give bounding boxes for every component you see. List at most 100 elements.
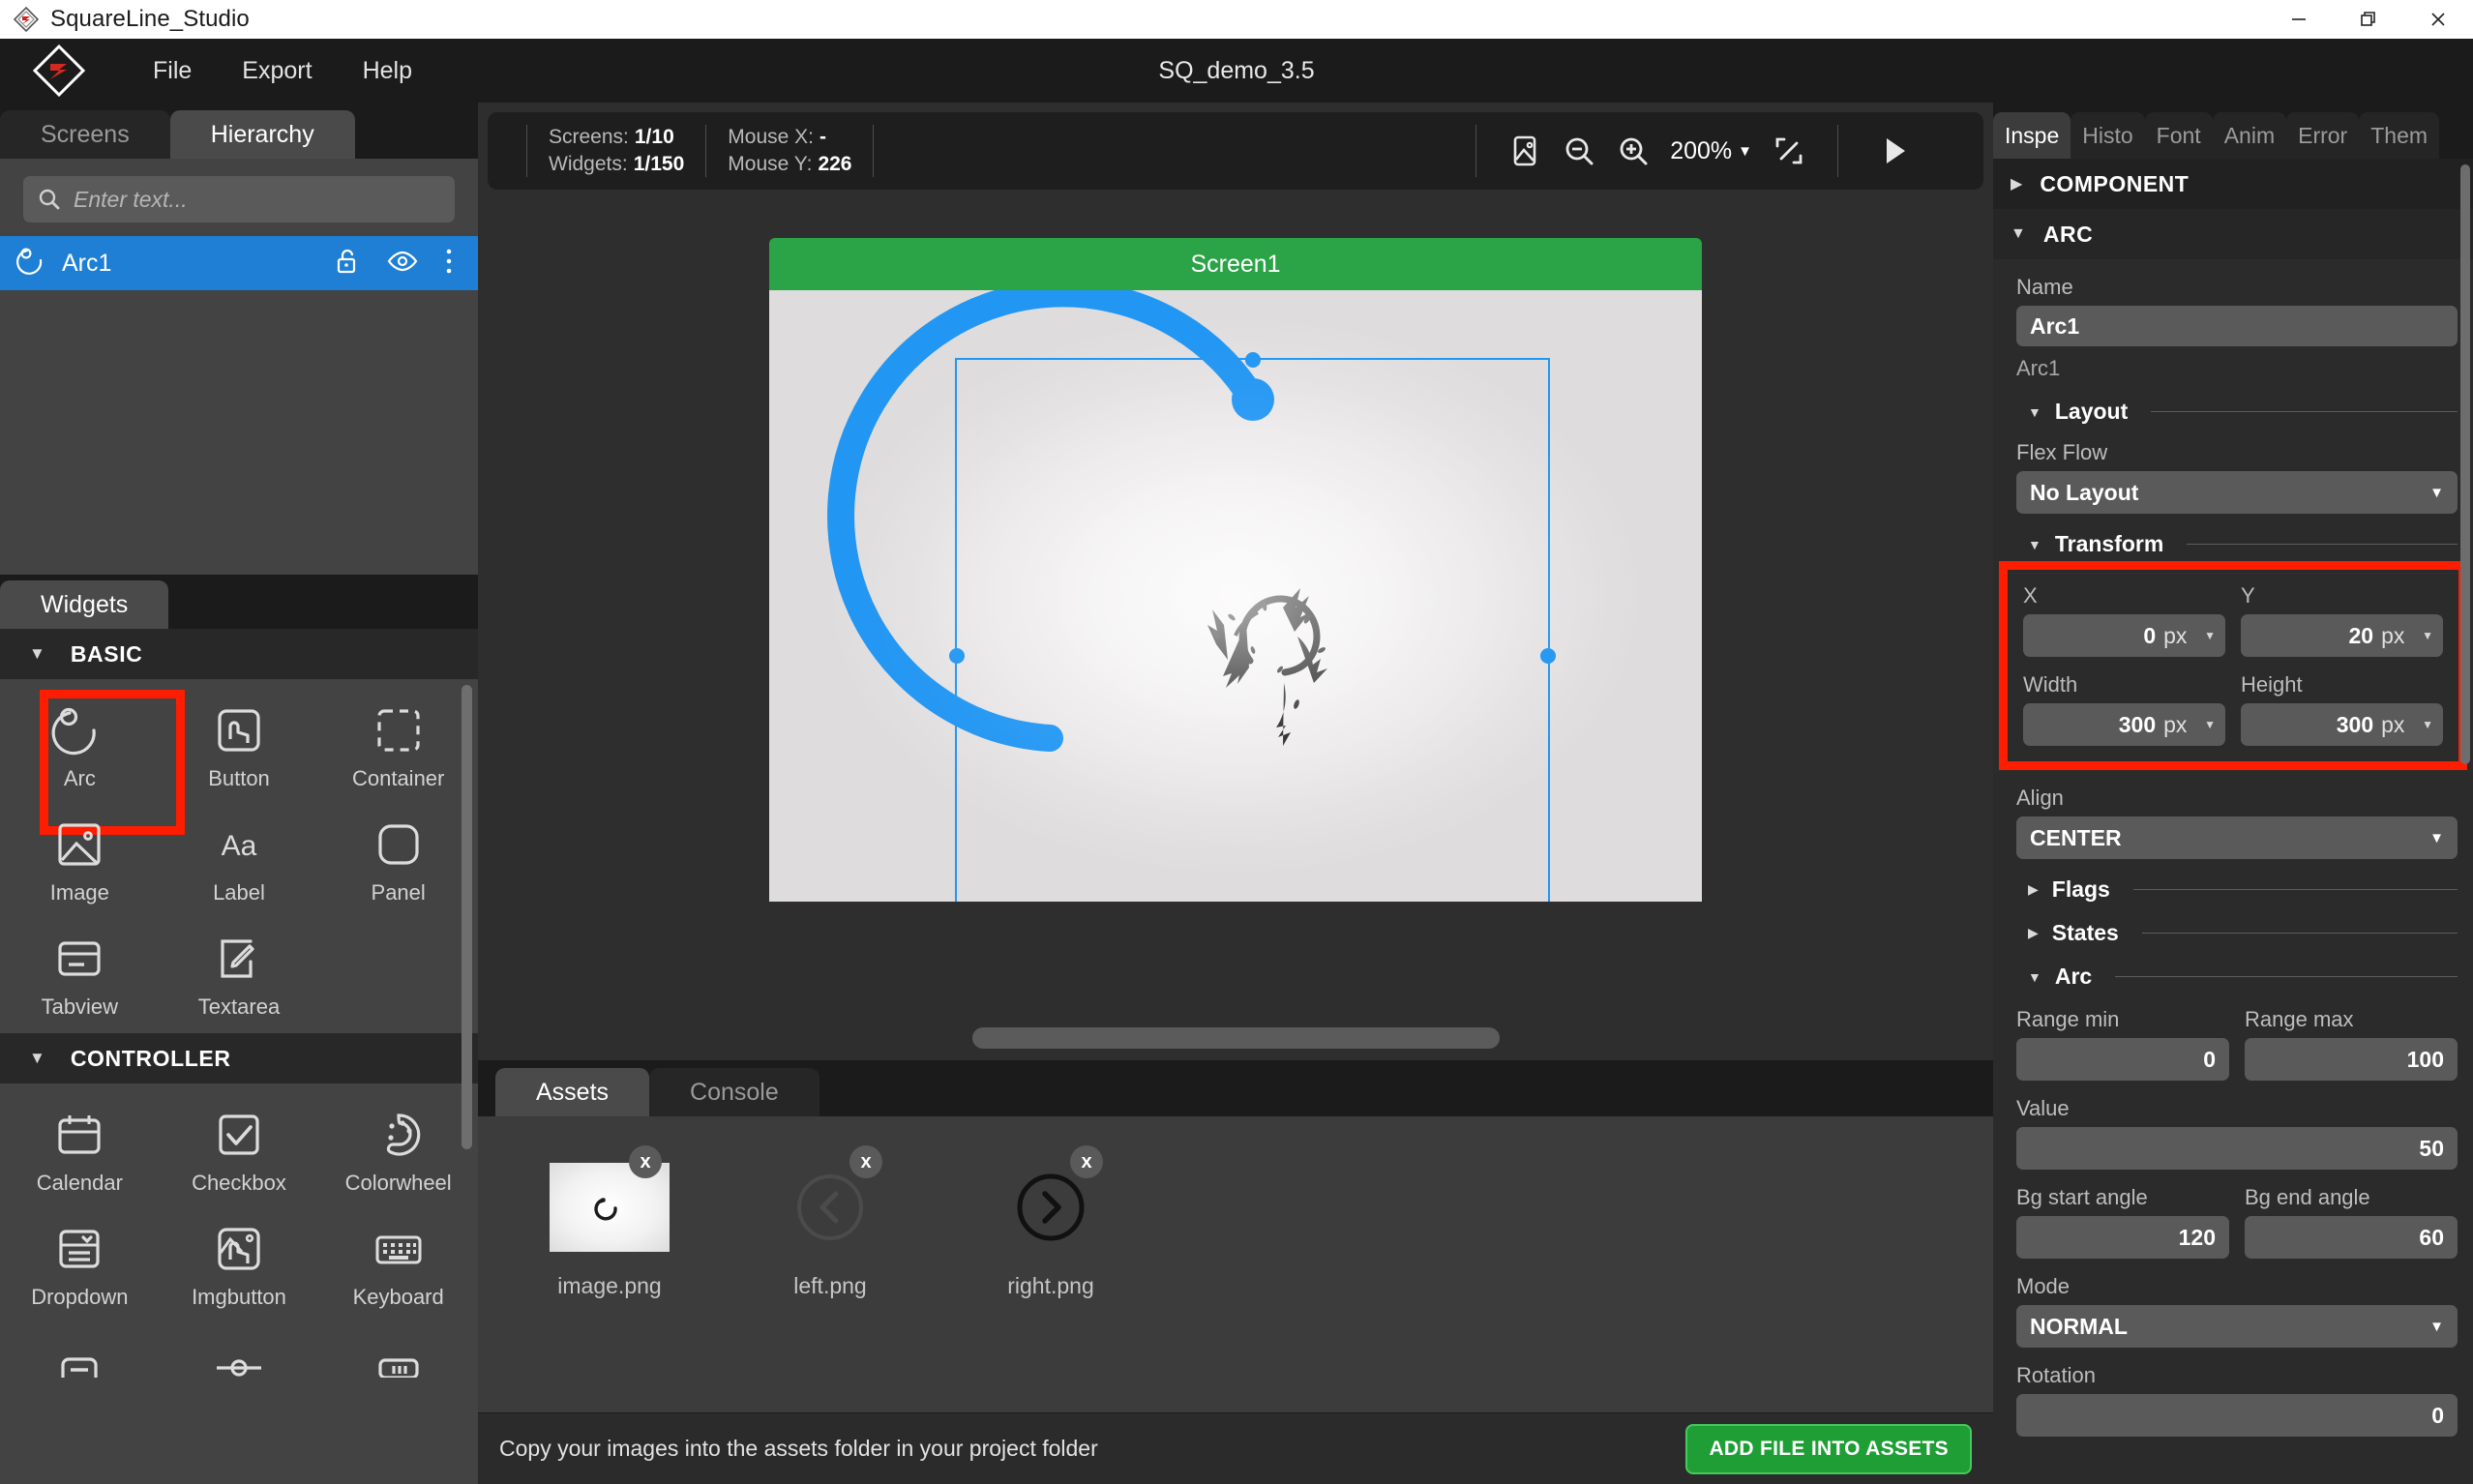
eye-icon[interactable] — [387, 251, 418, 277]
caret-right-icon: ▶ — [2011, 176, 2023, 193]
tab-screens[interactable]: Screens — [0, 110, 170, 159]
remove-asset-button[interactable]: x — [629, 1145, 662, 1178]
subsection-flags[interactable]: ▶ Flags — [2028, 876, 2458, 903]
asset-item[interactable]: x image.png — [522, 1145, 697, 1299]
close-button[interactable] — [2403, 0, 2473, 39]
selection-box[interactable] — [949, 352, 1556, 902]
chevron-down-icon[interactable]: ▼ — [2204, 718, 2216, 731]
mode-select[interactable]: NORMAL ▼ — [2016, 1305, 2458, 1348]
more-options-icon[interactable] — [445, 248, 453, 280]
divider — [2187, 544, 2458, 545]
tab-theme[interactable]: Them — [2359, 112, 2440, 159]
range-max-input[interactable]: 100 — [2245, 1038, 2458, 1081]
assets-panel: Assets Console x image.png x left.png x … — [478, 1060, 1993, 1484]
resize-handle-left[interactable] — [949, 647, 965, 664]
tab-hierarchy[interactable]: Hierarchy — [169, 110, 355, 159]
range-min-input[interactable]: 0 — [2016, 1038, 2229, 1081]
screen-canvas[interactable] — [769, 290, 1702, 902]
widget-grid-controller: Calendar Checkbox Colorwheel Dropdown Im… — [0, 1083, 478, 1407]
subsection-arc[interactable]: ▼ Arc — [2028, 964, 2458, 990]
tab-history[interactable]: Histo — [2071, 112, 2145, 159]
name-input[interactable]: Arc1 — [2016, 306, 2458, 346]
image-icon — [49, 815, 109, 875]
section-component[interactable]: ▶ COMPONENT — [1993, 159, 2473, 209]
subsection-layout[interactable]: ▼ Layout — [2028, 399, 2458, 425]
tab-assets[interactable]: Assets — [495, 1068, 650, 1116]
widget-container[interactable]: Container — [318, 687, 478, 801]
align-select[interactable]: CENTER ▼ — [2016, 816, 2458, 859]
screenshot-button[interactable] — [1498, 124, 1552, 178]
chevron-down-icon[interactable]: ▼ — [2422, 629, 2433, 642]
restore-button[interactable] — [2334, 0, 2403, 39]
tree-item-arc1[interactable]: Arc1 — [0, 236, 478, 290]
play-button[interactable] — [1860, 124, 1927, 178]
menu-file[interactable]: File — [128, 49, 217, 93]
asset-thumbnail[interactable]: x — [991, 1145, 1111, 1252]
tab-anim[interactable]: Anim — [2212, 112, 2287, 159]
tab-console[interactable]: Console — [649, 1068, 819, 1116]
menu-export[interactable]: Export — [217, 49, 337, 93]
inspector-scrollbar[interactable] — [2460, 164, 2470, 764]
widget-partial-1[interactable] — [0, 1320, 160, 1403]
tab-widgets[interactable]: Widgets — [0, 580, 169, 629]
widget-label[interactable]: Aa Label — [160, 801, 319, 915]
flex-flow-select[interactable]: No Layout ▼ — [2016, 471, 2458, 514]
subsection-states[interactable]: ▶ States — [2028, 920, 2458, 946]
add-file-into-assets-button[interactable]: ADD FILE INTO ASSETS — [1685, 1423, 1972, 1474]
remove-asset-button[interactable]: x — [1070, 1145, 1103, 1178]
tab-font[interactable]: Font — [2144, 112, 2213, 159]
canvas-area[interactable]: Screen1 — [478, 190, 1993, 1016]
section-arc[interactable]: ▼ ARC — [1993, 209, 2473, 259]
height-input[interactable]: 300 px ▼ — [2241, 703, 2443, 746]
bg-end-angle-input[interactable]: 60 — [2245, 1216, 2458, 1259]
widget-partial-3[interactable] — [318, 1320, 478, 1403]
canvas-horizontal-scrollbar[interactable] — [971, 1027, 1500, 1049]
minimize-button[interactable] — [2264, 0, 2334, 39]
widget-partial-2[interactable] — [160, 1320, 319, 1403]
value-input[interactable]: 50 — [2016, 1127, 2458, 1170]
zoom-out-button[interactable] — [1552, 124, 1606, 178]
chevron-down-icon[interactable]: ▼ — [2422, 718, 2433, 731]
subsection-transform[interactable]: ▼ Transform — [2028, 531, 2458, 557]
rotation-input[interactable]: 0 — [2016, 1394, 2458, 1437]
remove-asset-button[interactable]: x — [849, 1145, 882, 1178]
asset-item[interactable]: x left.png — [743, 1145, 917, 1299]
menu-help[interactable]: Help — [338, 49, 437, 93]
widget-button[interactable]: Button — [160, 687, 319, 801]
widget-textarea[interactable]: Textarea — [160, 915, 319, 1029]
resize-handle-right[interactable] — [1540, 647, 1556, 664]
zoom-in-button[interactable] — [1606, 124, 1660, 178]
widget-arc[interactable]: Arc — [0, 687, 185, 835]
resize-handle-top[interactable] — [1244, 352, 1261, 368]
widget-checkbox[interactable]: Checkbox — [160, 1091, 319, 1205]
section-title: ARC — [2042, 221, 2094, 247]
widget-tabview[interactable]: Tabview — [0, 915, 160, 1029]
fit-screen-button[interactable] — [1762, 124, 1816, 178]
search-input[interactable]: Enter text... — [23, 176, 455, 223]
bar-icon — [369, 1333, 429, 1393]
zoom-level-selector[interactable]: 200% ▼ — [1660, 137, 1762, 165]
widget-colorwheel[interactable]: Colorwheel — [318, 1091, 478, 1205]
widget-panel[interactable]: Panel — [318, 801, 478, 915]
x-input[interactable]: 0 px ▼ — [2023, 614, 2225, 657]
tab-error[interactable]: Error — [2286, 112, 2360, 159]
widget-calendar[interactable]: Calendar — [0, 1091, 160, 1205]
unlock-icon[interactable] — [335, 248, 360, 280]
group-header-controller[interactable]: ▼ CONTROLLER — [0, 1033, 478, 1083]
y-input[interactable]: 20 px ▼ — [2241, 614, 2443, 657]
asset-item[interactable]: x right.png — [964, 1145, 1138, 1299]
asset-thumbnail[interactable]: x — [770, 1145, 890, 1252]
tab-inspector[interactable]: Inspe — [1993, 112, 2071, 159]
chevron-down-icon[interactable]: ▼ — [2204, 629, 2216, 642]
led-icon — [49, 1333, 109, 1393]
widget-keyboard[interactable]: Keyboard — [318, 1205, 478, 1320]
asset-thumbnail[interactable]: x — [550, 1145, 670, 1252]
value-label: Value — [2016, 1096, 2070, 1120]
width-input[interactable]: 300 px ▼ — [2023, 703, 2225, 746]
widget-imgbutton[interactable]: Imgbutton — [160, 1205, 319, 1320]
tabview-icon — [49, 929, 109, 989]
widget-dropdown[interactable]: Dropdown — [0, 1205, 160, 1320]
bg-start-angle-input[interactable]: 120 — [2016, 1216, 2229, 1259]
group-header-basic[interactable]: ▼ BASIC — [0, 629, 478, 679]
widget-image[interactable]: Image — [0, 801, 160, 915]
